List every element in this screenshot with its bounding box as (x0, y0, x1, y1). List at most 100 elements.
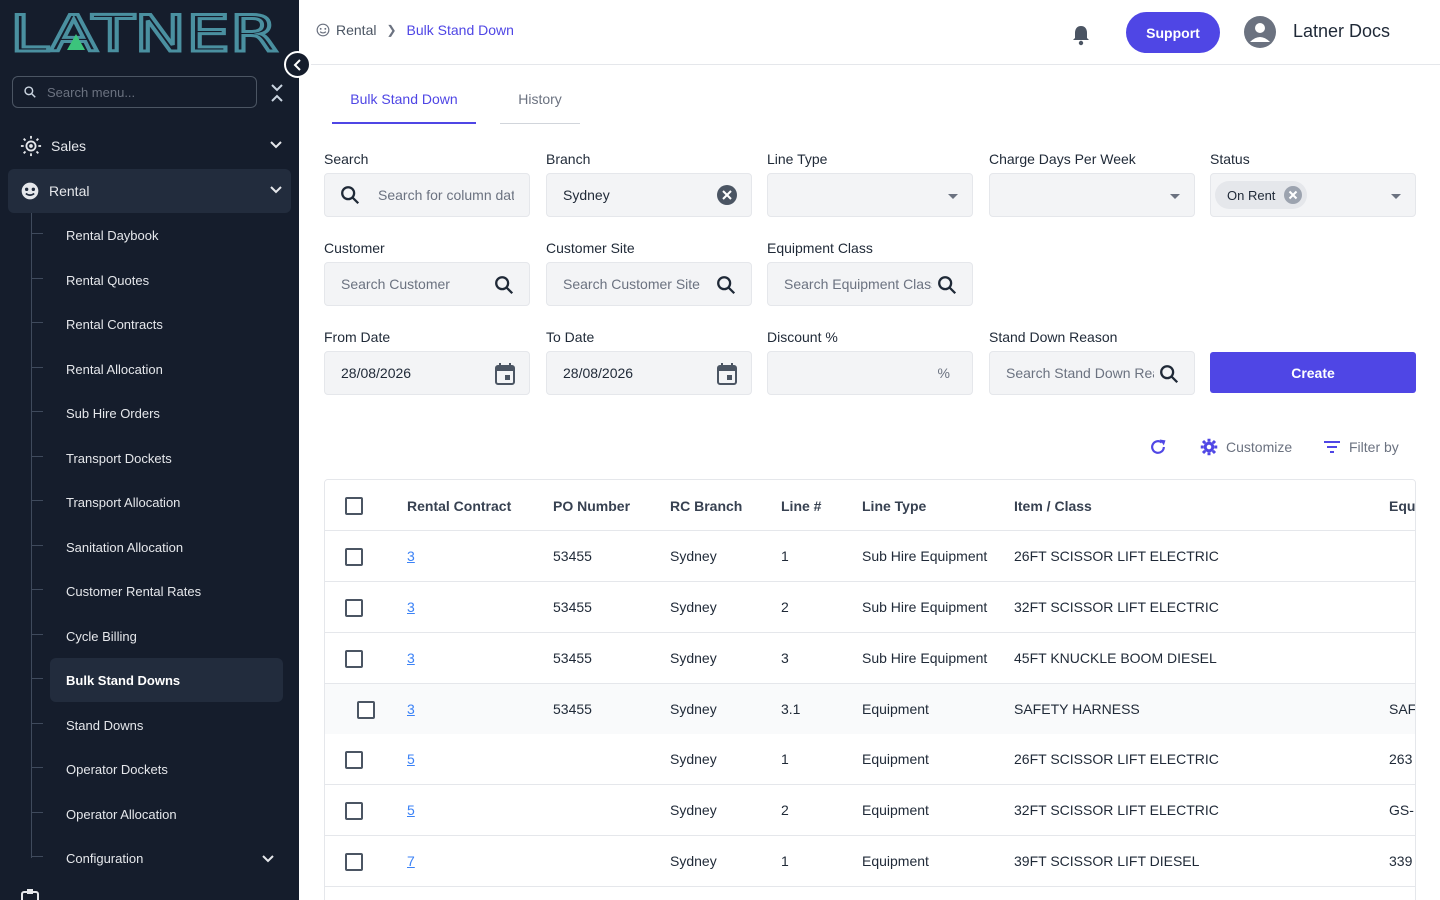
chevron-down-icon (270, 186, 282, 194)
col-rental-contract[interactable]: Rental Contract (407, 498, 511, 514)
nav-rental[interactable]: Rental (8, 169, 291, 213)
table-row[interactable]: 5 Sydney 1 Equipment 26FT SCISSOR LIFT E… (325, 734, 1415, 785)
line-type-select[interactable] (767, 173, 973, 217)
gear-icon (1200, 438, 1218, 456)
row-checkbox[interactable] (345, 599, 363, 617)
breadcrumb-root[interactable]: Rental (336, 22, 376, 38)
table-row[interactable]: 3 53455 Sydney 3 Sub Hire Equipment 45FT… (325, 633, 1415, 684)
sidebar-item-customer-rental-rates[interactable]: Customer Rental Rates (31, 569, 283, 613)
refresh-icon[interactable] (1148, 437, 1168, 457)
col-equipment[interactable]: Equ (1389, 498, 1415, 514)
nav-sales[interactable]: Sales (8, 124, 291, 168)
equipment-class-field[interactable] (767, 262, 973, 306)
row-checkbox[interactable] (345, 802, 363, 820)
search-input[interactable] (378, 187, 514, 203)
sidebar-item-cycle-billing[interactable]: Cycle Billing (31, 614, 283, 658)
search-icon[interactable] (936, 274, 958, 296)
contract-link[interactable]: 5 (407, 751, 415, 767)
row-checkbox[interactable] (345, 853, 363, 871)
search-field[interactable] (324, 173, 530, 217)
table-header: Rental Contract PO Number RC Branch Line… (325, 480, 1415, 531)
discount-field[interactable]: % (767, 351, 973, 395)
stand-down-reason-field[interactable] (989, 351, 1195, 395)
from-date-value: 28/08/2026 (341, 365, 412, 381)
customer-site-input[interactable] (563, 276, 708, 292)
sidebar-item-rental-contracts[interactable]: Rental Contracts (31, 302, 283, 346)
tab-history[interactable]: History (500, 75, 580, 124)
col-line-number[interactable]: Line # (781, 498, 821, 514)
table-row[interactable]: 5 Sydney 2 Equipment 32FT SCISSOR LIFT E… (325, 785, 1415, 836)
sidebar-item-operator-dockets[interactable]: Operator Dockets (31, 747, 283, 791)
discount-input[interactable] (784, 365, 924, 381)
sidebar-item-configuration[interactable]: Configuration (31, 836, 283, 880)
user-name[interactable]: Latner Docs (1293, 21, 1390, 42)
calendar-icon[interactable] (495, 363, 515, 385)
from-date-field[interactable]: 28/08/2026 (324, 351, 530, 395)
filter-by-button[interactable]: Filter by (1323, 437, 1399, 457)
sidebar-item-operator-allocation[interactable]: Operator Allocation (31, 792, 283, 836)
user-avatar-icon[interactable] (1244, 16, 1276, 48)
contract-link[interactable]: 3 (407, 650, 415, 666)
menu-search-box[interactable] (12, 76, 257, 108)
chevron-right-icon: ❯ (386, 23, 397, 37)
clear-icon[interactable] (717, 185, 737, 205)
menu-search-input[interactable] (47, 84, 227, 100)
support-button[interactable]: Support (1126, 12, 1220, 53)
sidebar-item-sub-hire-orders[interactable]: Sub Hire Orders (31, 391, 283, 435)
chip-remove-icon[interactable] (1283, 185, 1303, 205)
row-checkbox[interactable] (345, 751, 363, 769)
table-row[interactable]: 7 Sydney 1 Equipment 39FT SCISSOR LIFT D… (325, 836, 1415, 887)
to-date-field[interactable]: 28/08/2026 (546, 351, 752, 395)
table-row[interactable]: 3 53455 Sydney 3.1 Equipment SAFETY HARN… (325, 684, 1415, 735)
contract-link[interactable]: 5 (407, 802, 415, 818)
stand-down-reason-label: Stand Down Reason (989, 329, 1118, 345)
table-row[interactable]: 3 53455 Sydney 2 Sub Hire Equipment 32FT… (325, 582, 1415, 633)
sidebar-item-bulk-stand-downs[interactable]: Bulk Stand Downs (31, 658, 283, 702)
search-icon[interactable] (1158, 363, 1180, 385)
col-line-type[interactable]: Line Type (862, 498, 926, 514)
sidebar-item-sanitation-allocation[interactable]: Sanitation Allocation (31, 525, 283, 569)
sidebar-item-rental-quotes[interactable]: Rental Quotes (31, 258, 283, 302)
contract-link[interactable]: 3 (407, 599, 415, 615)
row-checkbox[interactable] (357, 701, 375, 719)
sidebar-collapse-button[interactable] (284, 51, 311, 78)
calendar-icon[interactable] (717, 363, 737, 385)
col-item-class[interactable]: Item / Class (1014, 498, 1092, 514)
stand-down-reason-input[interactable] (1006, 365, 1154, 381)
col-rc-branch[interactable]: RC Branch (670, 498, 742, 514)
cell-po: 53455 (553, 650, 592, 666)
status-select[interactable]: On Rent (1210, 173, 1416, 217)
collapse-all-icon[interactable] (268, 82, 286, 104)
charge-days-select[interactable] (989, 173, 1195, 217)
contract-link[interactable]: 3 (407, 701, 415, 717)
table-row[interactable]: 3 53455 Sydney 1 Sub Hire Equipment 26FT… (325, 531, 1415, 582)
branch-field[interactable]: Sydney (546, 173, 752, 217)
equipment-class-input[interactable] (784, 276, 932, 292)
cell-po: 53455 (553, 548, 592, 564)
bell-icon[interactable] (1071, 24, 1091, 46)
sidebar-item-rental-daybook[interactable]: Rental Daybook (31, 213, 283, 257)
row-checkbox[interactable] (345, 650, 363, 668)
sidebar-item-transport-allocation[interactable]: Transport Allocation (31, 480, 283, 524)
create-button[interactable]: Create (1210, 352, 1416, 393)
sidebar-item-stand-downs[interactable]: Stand Downs (31, 703, 283, 747)
chevron-left-icon (293, 58, 301, 71)
tab-bulk-stand-down[interactable]: Bulk Stand Down (332, 75, 476, 124)
search-icon[interactable] (493, 274, 515, 296)
sales-icon (20, 135, 42, 157)
sidebar-item-rental-allocation[interactable]: Rental Allocation (31, 347, 283, 391)
col-po-number[interactable]: PO Number (553, 498, 630, 514)
row-checkbox[interactable] (345, 548, 363, 566)
equipment-icon[interactable] (20, 888, 40, 900)
customize-button[interactable]: Customize (1200, 437, 1292, 457)
cell-po: 53455 (553, 701, 592, 717)
contract-link[interactable]: 7 (407, 853, 415, 869)
customer-field[interactable] (324, 262, 530, 306)
equipment-class-label: Equipment Class (767, 240, 873, 256)
search-icon[interactable] (715, 274, 737, 296)
contract-link[interactable]: 3 (407, 548, 415, 564)
select-all-checkbox[interactable] (345, 497, 363, 515)
customer-site-field[interactable] (546, 262, 752, 306)
customer-input[interactable] (341, 276, 481, 292)
sidebar-item-transport-dockets[interactable]: Transport Dockets (31, 436, 283, 480)
